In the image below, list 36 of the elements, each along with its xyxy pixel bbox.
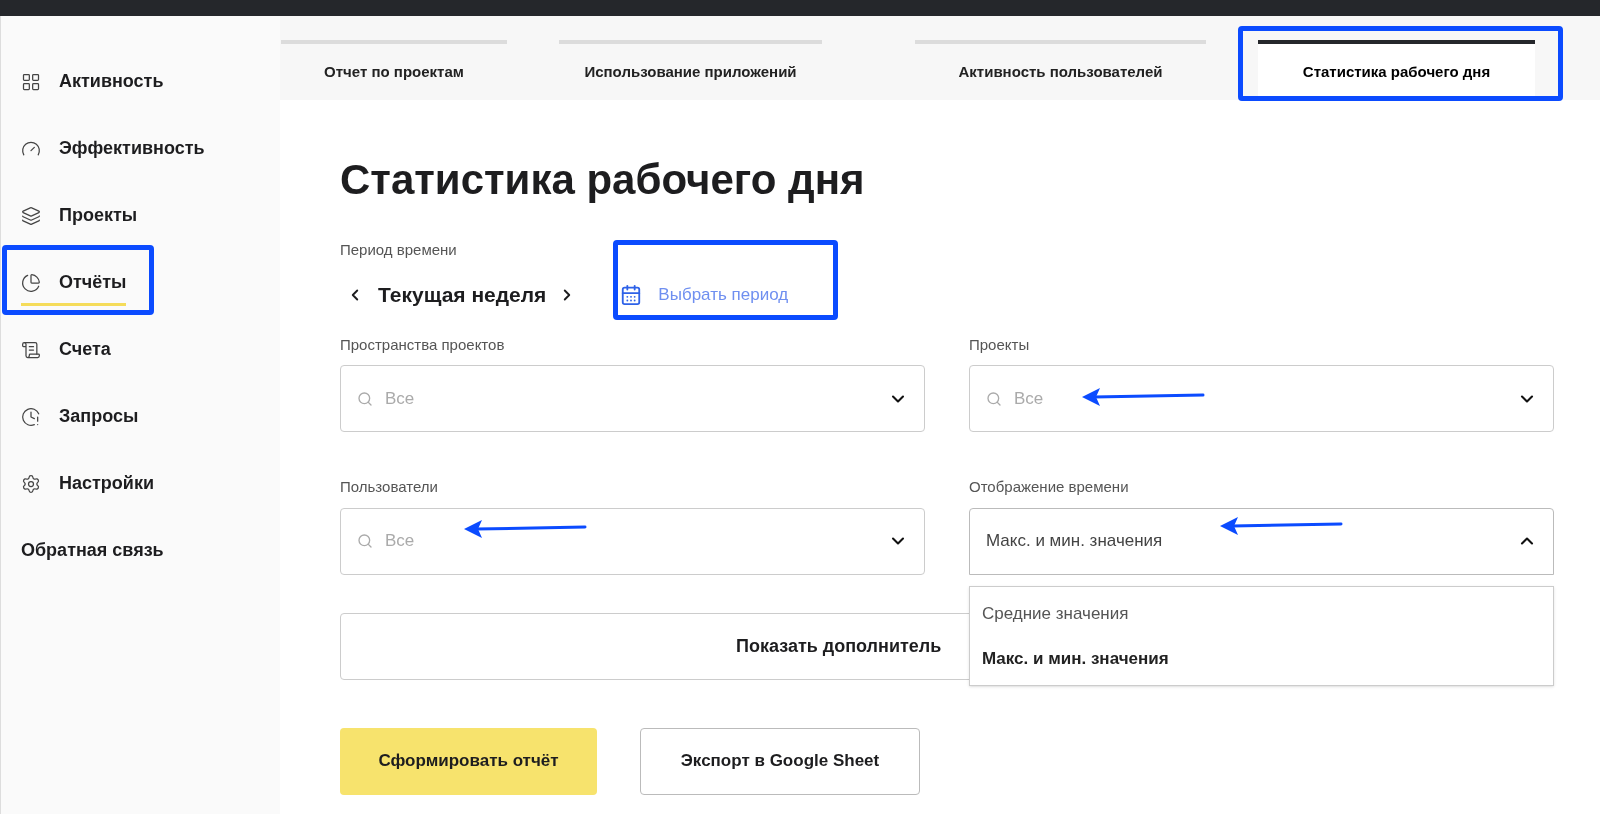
time-display-select[interactable]: Макс. и мин. значения [969, 507, 1554, 575]
report-tab[interactable]: Активность пользователей [915, 40, 1206, 100]
clock-alert-icon [21, 406, 41, 427]
sidebar-item[interactable]: Активность [1, 48, 280, 115]
placeholder-text: Все [1014, 387, 1044, 410]
page-title: Статистика рабочего дня [340, 155, 866, 205]
calendar-icon [620, 283, 643, 306]
report-tab[interactable]: Использование приложений [559, 40, 822, 100]
period-label: Период времени [340, 240, 458, 260]
export-button[interactable]: Экспорт в Google Sheet [640, 727, 920, 795]
search-icon [986, 390, 1002, 407]
select-value: Макс. и мин. значения [986, 530, 1163, 553]
settings-icon [21, 473, 41, 494]
field-label: Пространства проектов [340, 334, 506, 355]
period-value: Текущая неделя [378, 281, 547, 308]
sidebar-item[interactable]: Счета [1, 316, 280, 383]
pie-chart-icon [21, 272, 41, 293]
field-label: Пользователи [340, 477, 439, 497]
sidebar-item[interactable]: Проекты [1, 182, 280, 249]
sidebar-item[interactable]: Отчёты [1, 249, 280, 316]
sidebar-item[interactable]: Эффективность [1, 115, 280, 182]
generate-report-button[interactable]: Сформировать отчёт [340, 727, 597, 795]
sidebar-item[interactable]: Запросы [1, 383, 280, 450]
search-icon [357, 533, 373, 549]
feedback-link[interactable]: Обратная связь [1, 537, 280, 564]
receipt-icon [21, 339, 41, 360]
report-tab[interactable]: Отчет по проектам [281, 40, 507, 100]
placeholder-text: Все [385, 530, 415, 553]
layers-icon [21, 205, 41, 226]
field-label: Проекты [969, 334, 1031, 355]
dropdown-option[interactable]: Макс. и мин. значения [970, 636, 1553, 681]
sidebar-item[interactable]: Настройки [1, 450, 280, 517]
search-icon [357, 390, 373, 407]
placeholder-text: Все [385, 387, 415, 410]
field-label: Отображение времени [969, 477, 1130, 497]
grid-icon [21, 71, 41, 92]
